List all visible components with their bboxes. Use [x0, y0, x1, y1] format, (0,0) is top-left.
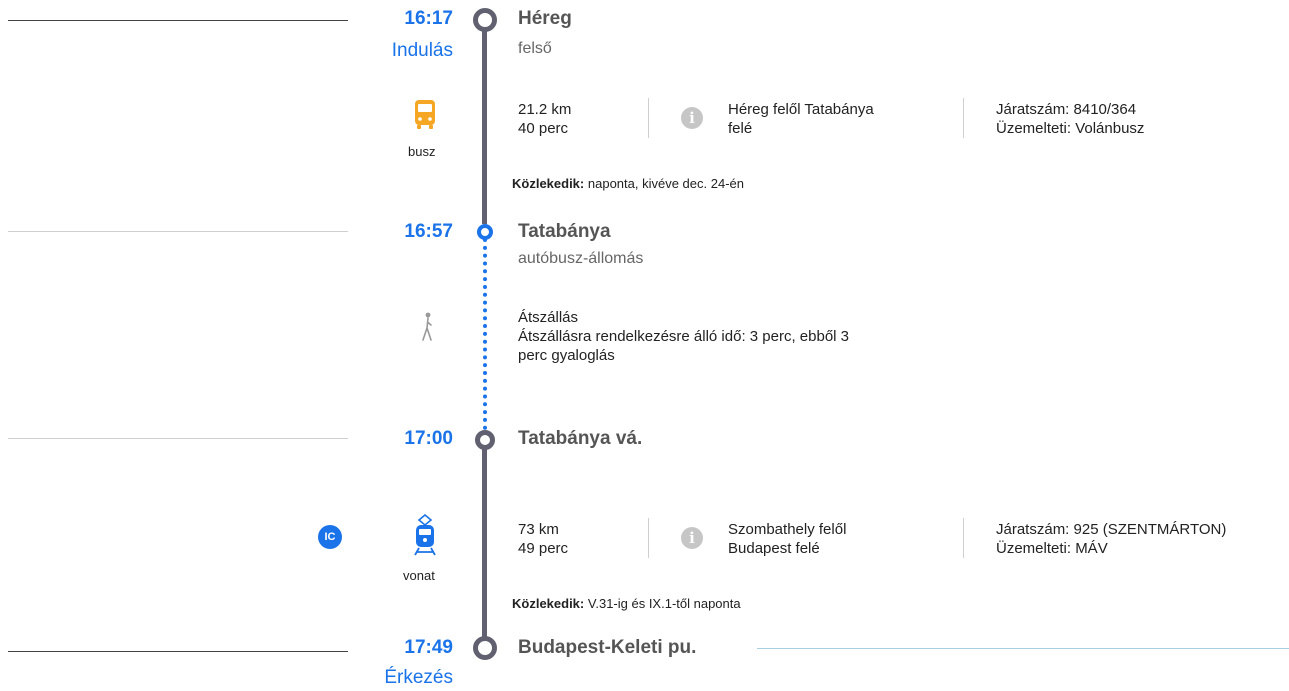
leg-direction: Héreg felől Tatabánya [728, 101, 874, 118]
transfer-detail: Átszállásra rendelkezésre álló idő: 3 pe… [518, 328, 850, 345]
walk-icon [419, 312, 437, 347]
stop-name[interactable]: Tatabánya vá. [518, 428, 642, 450]
info-icon[interactable]: i [681, 107, 703, 129]
separator-line [757, 648, 1289, 649]
separator-line [8, 651, 348, 652]
ic-badge-label: IC [324, 531, 336, 543]
arrival-label: Érkezés [384, 667, 453, 688]
arrival-time: 16:57 [404, 221, 453, 242]
stop-node [473, 636, 497, 660]
leg-direction: Szombathely felől [728, 521, 847, 538]
arrival-time: 17:49 [404, 637, 453, 658]
divider [963, 518, 964, 558]
train-icon [412, 513, 438, 561]
stop-detail: felső [518, 40, 552, 57]
departure-label: Indulás [391, 40, 453, 61]
service-days-value: naponta, kivéve dec. 24-én [587, 176, 744, 191]
separator-line [8, 438, 348, 439]
timeline-line-bus [482, 30, 487, 224]
departure-time: 16:17 [404, 8, 453, 29]
service-days-label: Közlekedik: [512, 596, 585, 611]
separator-line [8, 20, 348, 21]
stop-node [473, 8, 497, 32]
mode-label: busz [408, 144, 436, 159]
ic-badge: IC [318, 525, 342, 549]
divider [648, 518, 649, 558]
info-icon[interactable]: i [681, 527, 703, 549]
transfer-detail-2: perc gyaloglás [518, 347, 615, 364]
divider [648, 98, 649, 138]
service-days: Közlekedik: naponta, kivéve dec. 24-én [512, 176, 744, 191]
route-number: Járatszám: 8410/364 [996, 101, 1137, 118]
stop-name[interactable]: Budapest-Keleti pu. [518, 637, 696, 659]
leg-direction-2: felé [728, 120, 753, 137]
stop-node [477, 224, 493, 240]
transfer-title: Átszállás [518, 309, 579, 326]
leg-duration: 49 perc [518, 540, 569, 557]
route-number: Járatszám: 925 (SZENTMÁRTON) [996, 521, 1227, 538]
stop-name[interactable]: Tatabánya [518, 221, 611, 243]
stop-node [475, 430, 495, 450]
operator: Üzemelteti: Volánbusz [996, 120, 1145, 137]
departure-time: 17:00 [404, 428, 453, 449]
stop-detail: autóbusz-állomás [518, 250, 644, 267]
operator: Üzemelteti: MÁV [996, 540, 1108, 557]
mode-label: vonat [403, 568, 435, 583]
service-days: Közlekedik: V.31-ig és IX.1-től naponta [512, 596, 741, 611]
divider [963, 98, 964, 138]
leg-duration: 40 perc [518, 120, 569, 137]
timeline-line-transfer [483, 238, 487, 430]
service-days-value: V.31-ig és IX.1-től naponta [587, 596, 741, 611]
service-days-label: Közlekedik: [512, 176, 585, 191]
leg-distance: 73 km [518, 521, 559, 538]
timeline-line-train [482, 448, 487, 640]
bus-icon [414, 98, 436, 137]
leg-distance: 21.2 km [518, 101, 572, 118]
separator-line [8, 231, 348, 232]
stop-name[interactable]: Héreg [518, 8, 572, 30]
leg-direction-2: Budapest felé [728, 540, 820, 557]
